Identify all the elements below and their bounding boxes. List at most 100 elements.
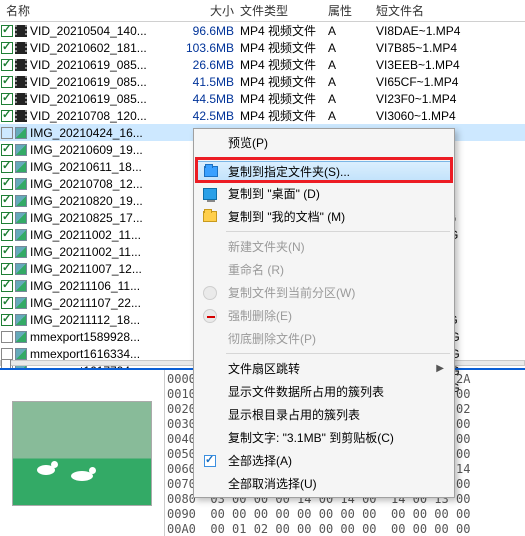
file-attr: A xyxy=(328,41,376,55)
file-attr: A xyxy=(328,109,376,123)
row-checkbox[interactable] xyxy=(0,297,14,309)
row-checkbox[interactable] xyxy=(0,59,14,71)
file-size: 26.6MB xyxy=(180,58,240,72)
row-checkbox[interactable] xyxy=(0,110,14,122)
col-attr[interactable]: 属性 xyxy=(328,2,376,19)
row-checkbox[interactable] xyxy=(0,178,14,190)
row-checkbox[interactable] xyxy=(0,212,14,224)
table-row[interactable]: VID_20210619_085...26.6MBMP4 视频文件AVI3EEB… xyxy=(0,56,525,73)
row-checkbox[interactable] xyxy=(0,161,14,173)
file-name: IMG_20211007_12... xyxy=(30,262,180,276)
table-row[interactable]: VID_20210619_085...41.5MBMP4 视频文件AVI65CF… xyxy=(0,73,525,90)
row-checkbox[interactable] xyxy=(0,127,14,139)
menu-jump-sector[interactable]: 文件扇区跳转▶ xyxy=(196,357,452,380)
file-type: MP4 视频文件 xyxy=(240,73,328,90)
table-row[interactable]: VID_20210619_085...44.5MBMP4 视频文件AVI23F0… xyxy=(0,90,525,107)
row-checkbox[interactable] xyxy=(0,229,14,241)
image-preview xyxy=(0,370,165,536)
table-row[interactable]: VID_20210708_120...42.5MBMP4 视频文件AVI3060… xyxy=(0,107,525,124)
file-type: MP4 视频文件 xyxy=(240,107,328,124)
image-file-icon xyxy=(14,262,28,276)
folder-icon xyxy=(203,164,219,180)
menu-copy-text[interactable]: 复制文字: "3.1MB" 到剪贴板(C) xyxy=(196,426,452,449)
image-file-icon xyxy=(14,194,28,208)
file-shortname: VI8DAE~1.MP4 xyxy=(376,24,525,38)
file-attr: A xyxy=(328,92,376,106)
file-attr: A xyxy=(328,58,376,72)
file-name: IMG_20211002_11... xyxy=(30,245,180,259)
submenu-arrow-icon: ▶ xyxy=(436,363,444,374)
folder-icon xyxy=(202,209,218,225)
row-checkbox[interactable] xyxy=(0,93,14,105)
image-file-icon xyxy=(14,330,28,344)
table-row[interactable]: VID_20210504_140...96.6MBMP4 视频文件AVI8DAE… xyxy=(0,22,525,39)
table-row[interactable]: VID_20210602_181...103.6MBMP4 视频文件AVI7B8… xyxy=(0,39,525,56)
file-name: VID_20210708_120... xyxy=(30,109,180,123)
file-shortname: VI65CF~1.MP4 xyxy=(376,75,525,89)
video-file-icon xyxy=(14,24,28,38)
menu-copy-desktop[interactable]: 复制到 "桌面" (D) xyxy=(196,182,452,205)
file-name: IMG_20210424_16... xyxy=(30,126,180,140)
row-checkbox[interactable] xyxy=(0,246,14,258)
video-file-icon xyxy=(14,41,28,55)
row-checkbox[interactable] xyxy=(0,195,14,207)
menu-show-root-cluster[interactable]: 显示根目录占用的簇列表 xyxy=(196,403,452,426)
image-file-icon xyxy=(14,126,28,140)
row-checkbox[interactable] xyxy=(0,76,14,88)
file-name: IMG_20210611_18... xyxy=(30,160,180,174)
file-name: IMG_20210820_19... xyxy=(30,194,180,208)
row-checkbox[interactable] xyxy=(0,144,14,156)
row-checkbox[interactable] xyxy=(0,280,14,292)
file-attr: A xyxy=(328,24,376,38)
row-checkbox[interactable] xyxy=(0,314,14,326)
menu-force-delete: 强制删除(E) xyxy=(196,304,452,327)
file-shortname: VI23F0~1.MP4 xyxy=(376,92,525,106)
file-type: MP4 视频文件 xyxy=(240,56,328,73)
file-name: IMG_20211107_22... xyxy=(30,296,180,310)
file-name: IMG_20211112_18... xyxy=(30,313,180,327)
image-file-icon xyxy=(14,177,28,191)
row-checkbox[interactable] xyxy=(0,25,14,37)
file-type: MP4 视频文件 xyxy=(240,90,328,107)
image-file-icon xyxy=(14,313,28,327)
menu-preview[interactable]: 预览(P) xyxy=(196,131,452,154)
col-size[interactable]: 大小 xyxy=(180,2,240,19)
image-file-icon xyxy=(14,143,28,157)
file-size: 44.5MB xyxy=(180,92,240,106)
file-size: 103.6MB xyxy=(180,41,240,55)
file-name: mmexport1589928... xyxy=(30,330,180,344)
row-checkbox[interactable] xyxy=(0,263,14,275)
col-type[interactable]: 文件类型 xyxy=(240,2,328,19)
video-file-icon xyxy=(14,92,28,106)
file-attr: A xyxy=(328,75,376,89)
video-file-icon xyxy=(14,75,28,89)
file-name: VID_20210619_085... xyxy=(30,58,180,72)
file-shortname: VI3EEB~1.MP4 xyxy=(376,58,525,72)
file-type: MP4 视频文件 xyxy=(240,22,328,39)
file-size: 96.6MB xyxy=(180,24,240,38)
file-shortname: VI7B85~1.MP4 xyxy=(376,41,525,55)
menu-show-cluster[interactable]: 显示文件数据所占用的簇列表 xyxy=(196,380,452,403)
file-name: VID_20210602_181... xyxy=(30,41,180,55)
menu-perm-delete: 彻底删除文件(P) xyxy=(196,327,452,350)
file-name: IMG_20210825_17... xyxy=(30,211,180,225)
file-name: IMG_20211002_11... xyxy=(30,228,180,242)
image-file-icon xyxy=(14,160,28,174)
menu-copy-to-folder[interactable]: 复制到指定文件夹(S)... xyxy=(196,161,452,182)
file-type: MP4 视频文件 xyxy=(240,39,328,56)
disk-icon xyxy=(202,285,218,301)
context-menu: 预览(P) 复制到指定文件夹(S)... 复制到 "桌面" (D) 复制到 "我… xyxy=(193,128,455,498)
row-checkbox[interactable] xyxy=(0,331,14,343)
menu-rename: 重命名 (R) xyxy=(196,258,452,281)
check-icon xyxy=(202,453,218,469)
menu-select-all[interactable]: 全部选择(A) xyxy=(196,449,452,472)
menu-new-folder: 新建文件夹(N) xyxy=(196,235,452,258)
menu-copy-docs[interactable]: 复制到 "我的文档" (M) xyxy=(196,205,452,228)
row-checkbox[interactable] xyxy=(0,42,14,54)
file-name: IMG_20211106_11... xyxy=(30,279,180,293)
col-short[interactable]: 短文件名 xyxy=(376,2,525,19)
menu-deselect-all[interactable]: 全部取消选择(U) xyxy=(196,472,452,495)
video-file-icon xyxy=(14,58,28,72)
col-name[interactable]: 名称 xyxy=(6,2,180,19)
delete-icon xyxy=(202,308,218,324)
